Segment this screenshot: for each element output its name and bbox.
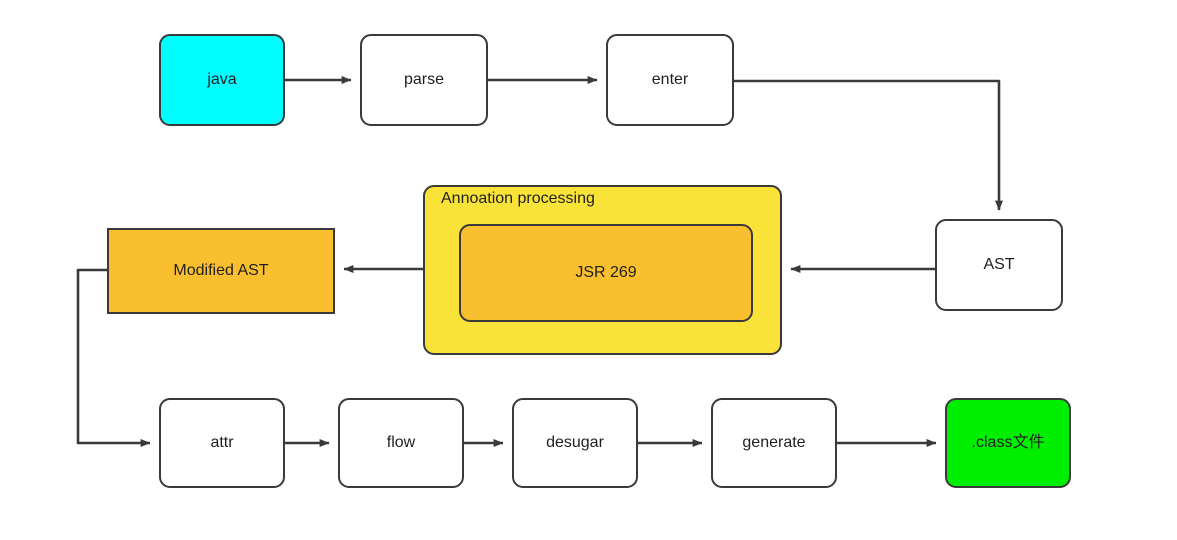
node-jsr-269[interactable]: JSR 269	[459, 224, 753, 322]
node-parse[interactable]: parse	[360, 34, 488, 126]
node-jsr-269-label: JSR 269	[575, 264, 637, 282]
node-desugar-label: desugar	[546, 434, 604, 452]
node-class-file[interactable]: .class文件	[945, 398, 1071, 488]
node-generate-label: generate	[742, 434, 806, 452]
node-modified-ast[interactable]: Modified AST	[107, 228, 335, 314]
node-desugar[interactable]: desugar	[512, 398, 638, 488]
node-parse-label: parse	[403, 71, 445, 89]
node-flow[interactable]: flow	[338, 398, 464, 488]
node-java[interactable]: java	[159, 34, 285, 126]
node-modified-ast-label: Modified AST	[173, 262, 269, 280]
node-flow-label: flow	[386, 434, 416, 452]
group-annotation-processing-label: Annoation processing	[441, 190, 595, 207]
node-enter-label: enter	[651, 71, 689, 89]
diagram-canvas: Annoation processing java parse enter AS…	[0, 0, 1177, 540]
node-attr[interactable]: attr	[159, 398, 285, 488]
node-enter[interactable]: enter	[606, 34, 734, 126]
node-class-file-label: .class文件	[971, 434, 1045, 452]
node-ast[interactable]: AST	[935, 219, 1063, 311]
node-attr-label: attr	[210, 434, 234, 452]
node-java-label: java	[207, 71, 237, 89]
node-ast-label: AST	[983, 256, 1015, 274]
node-generate[interactable]: generate	[711, 398, 837, 488]
